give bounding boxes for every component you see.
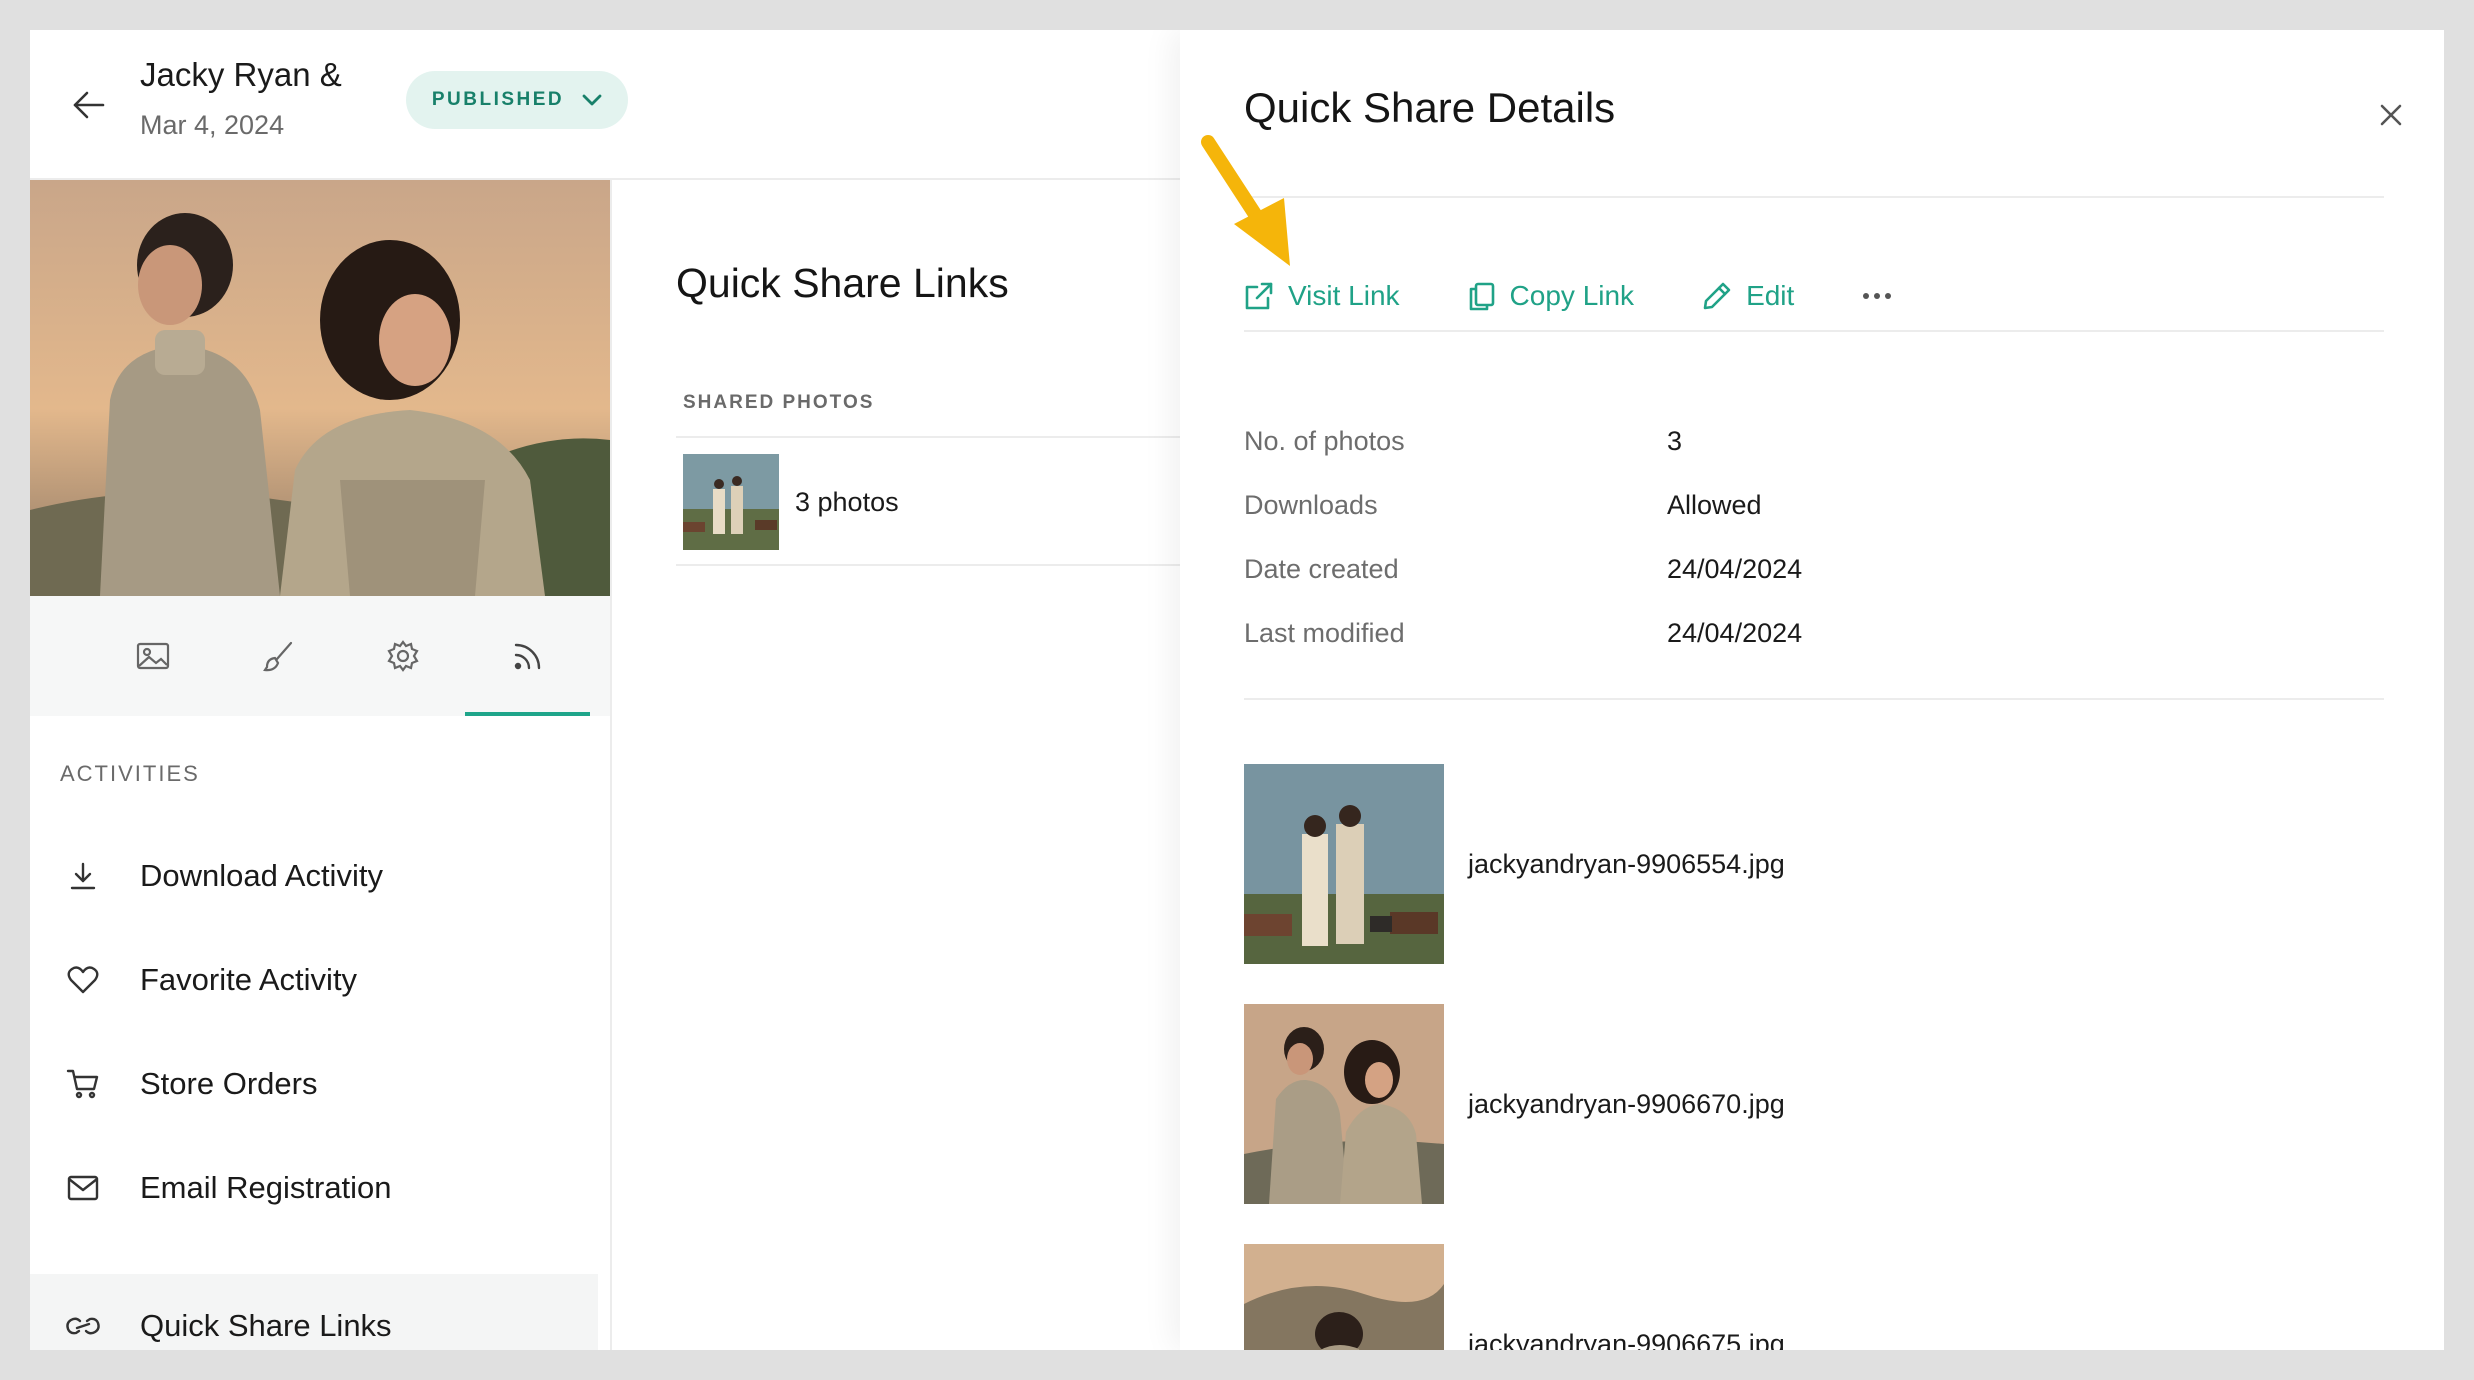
tab-settings[interactable] bbox=[340, 596, 465, 716]
detail-label: No. of photos bbox=[1244, 426, 1405, 456]
divider bbox=[1244, 196, 2384, 198]
shared-photos-count: 3 photos bbox=[795, 486, 899, 517]
sidebar-list: ACTIVITIES Download Activity Favorite Ac… bbox=[30, 716, 598, 1276]
divider bbox=[676, 436, 1196, 438]
sidebar-item-quick-share-links[interactable]: Quick Share Links bbox=[30, 1274, 598, 1350]
copy-icon bbox=[1469, 282, 1494, 311]
sidebar-item-label: Quick Share Links bbox=[140, 1308, 392, 1343]
divider bbox=[1244, 698, 2384, 700]
close-button[interactable] bbox=[2368, 92, 2414, 138]
gallery-tabs bbox=[30, 596, 610, 716]
divider bbox=[676, 564, 1196, 566]
cart-icon bbox=[66, 1069, 99, 1099]
sidebar-item-favorite-activity[interactable]: Favorite Activity bbox=[30, 928, 598, 1032]
gallery-cover-photo bbox=[30, 180, 610, 596]
sidebar-item-icon bbox=[30, 1175, 140, 1201]
photo-filename: jackyandryan-9906670.jpg bbox=[1468, 1088, 1785, 1119]
tab-photos[interactable] bbox=[90, 596, 215, 716]
detail-label: Date created bbox=[1244, 554, 1399, 584]
copy-link-label: Copy Link bbox=[1509, 280, 1635, 311]
drawer-actions: Visit Link Copy Link Edit bbox=[1244, 266, 1892, 326]
photo-thumbnail bbox=[1244, 1244, 1444, 1350]
links-panel-title: Quick Share Links bbox=[676, 260, 1009, 306]
sidebar-item-icon bbox=[30, 1313, 140, 1339]
sidebar-item-download-activity[interactable]: Download Activity bbox=[30, 824, 598, 928]
edit-label: Edit bbox=[1746, 280, 1795, 311]
gallery-header: Jacky Ryan & Mar 4, 2024 PUBLISHED bbox=[30, 30, 1180, 180]
panel-divider bbox=[610, 180, 612, 1350]
pencil-icon bbox=[1703, 282, 1731, 310]
close-icon bbox=[2380, 104, 2402, 126]
back-button[interactable] bbox=[64, 80, 114, 130]
quick-share-details-drawer: Quick Share Details Visit Link Copy Link bbox=[1180, 30, 2444, 1350]
activity-sidebar: ACTIVITIES Download Activity Favorite Ac… bbox=[30, 716, 598, 1350]
external-link-icon bbox=[1245, 282, 1273, 310]
shared-photo-item[interactable]: jackyandryan-9906675.jpg bbox=[1244, 1244, 2244, 1350]
link-icon bbox=[66, 1317, 100, 1335]
mail-icon bbox=[67, 1175, 99, 1201]
image-icon bbox=[136, 642, 169, 670]
more-options-button[interactable] bbox=[1862, 291, 1892, 301]
rss-icon bbox=[514, 643, 540, 670]
status-dropdown[interactable]: PUBLISHED bbox=[406, 71, 628, 129]
more-horizontal-icon bbox=[1863, 293, 1892, 299]
copy-link-button[interactable]: Copy Link bbox=[1468, 280, 1635, 312]
arrow-left-icon bbox=[73, 91, 105, 119]
gallery-title: Jacky Ryan & bbox=[140, 56, 342, 93]
sidebar-item-label: Email Registration bbox=[140, 1170, 392, 1205]
edit-button[interactable]: Edit bbox=[1702, 280, 1794, 312]
sidebar-item-icon bbox=[30, 965, 140, 995]
sidebar-item-icon bbox=[30, 1068, 140, 1100]
link-thumbnail bbox=[683, 454, 779, 550]
detail-row-last-modified: Last modified 24/04/2024 bbox=[1244, 618, 2144, 658]
detail-value: 24/04/2024 bbox=[1667, 618, 1803, 648]
sidebar-item-store-orders[interactable]: Store Orders bbox=[30, 1032, 598, 1136]
annotation-arrow-icon bbox=[1201, 135, 1290, 266]
gear-icon bbox=[386, 640, 419, 672]
photo-thumbnail bbox=[1244, 764, 1444, 964]
sidebar-item-label: Favorite Activity bbox=[140, 962, 358, 997]
visit-link-button[interactable]: Visit Link bbox=[1244, 280, 1400, 312]
brush-icon bbox=[262, 641, 292, 672]
detail-row-downloads: Downloads Allowed bbox=[1244, 490, 2144, 530]
drawer-title: Quick Share Details bbox=[1244, 84, 1616, 131]
app-window: Jacky Ryan & Mar 4, 2024 PUBLISHED ACTIV… bbox=[30, 30, 2444, 1350]
photo-filename: jackyandryan-9906554.jpg bbox=[1468, 848, 1785, 879]
chevron-down-icon bbox=[582, 94, 602, 106]
tab-design[interactable] bbox=[215, 596, 340, 716]
detail-row-photo-count: No. of photos 3 bbox=[1244, 426, 2144, 466]
sidebar-item-email-registration[interactable]: Email Registration bbox=[30, 1136, 598, 1240]
status-label: PUBLISHED bbox=[431, 89, 565, 110]
shared-photo-item[interactable]: jackyandryan-9906554.jpg bbox=[1244, 764, 2244, 964]
column-header-shared-photos: SHARED PHOTOS bbox=[683, 392, 875, 413]
photo-filename: jackyandryan-9906675.jpg bbox=[1468, 1328, 1785, 1351]
visit-link-label: Visit Link bbox=[1288, 280, 1400, 311]
detail-label: Last modified bbox=[1244, 618, 1405, 648]
quick-share-link-row[interactable]: 3 photos bbox=[676, 440, 1196, 564]
photo-thumbnail bbox=[1244, 1004, 1444, 1204]
heart-icon bbox=[67, 966, 99, 994]
sidebar-heading: ACTIVITIES bbox=[60, 761, 200, 786]
shared-photo-item[interactable]: jackyandryan-9906670.jpg bbox=[1244, 1004, 2244, 1204]
sidebar-item-icon bbox=[30, 861, 140, 891]
divider bbox=[1244, 330, 2384, 332]
detail-label: Downloads bbox=[1244, 490, 1378, 520]
tab-activity[interactable] bbox=[465, 596, 590, 716]
detail-value: 24/04/2024 bbox=[1667, 554, 1803, 584]
sidebar-item-label: Download Activity bbox=[140, 858, 383, 893]
download-icon bbox=[70, 862, 96, 890]
gallery-date: Mar 4, 2024 bbox=[140, 110, 285, 140]
sidebar-item-label: Store Orders bbox=[140, 1066, 318, 1101]
detail-row-date-created: Date created 24/04/2024 bbox=[1244, 554, 2144, 594]
detail-value: Allowed bbox=[1667, 490, 1762, 520]
detail-value: 3 bbox=[1667, 426, 1683, 456]
